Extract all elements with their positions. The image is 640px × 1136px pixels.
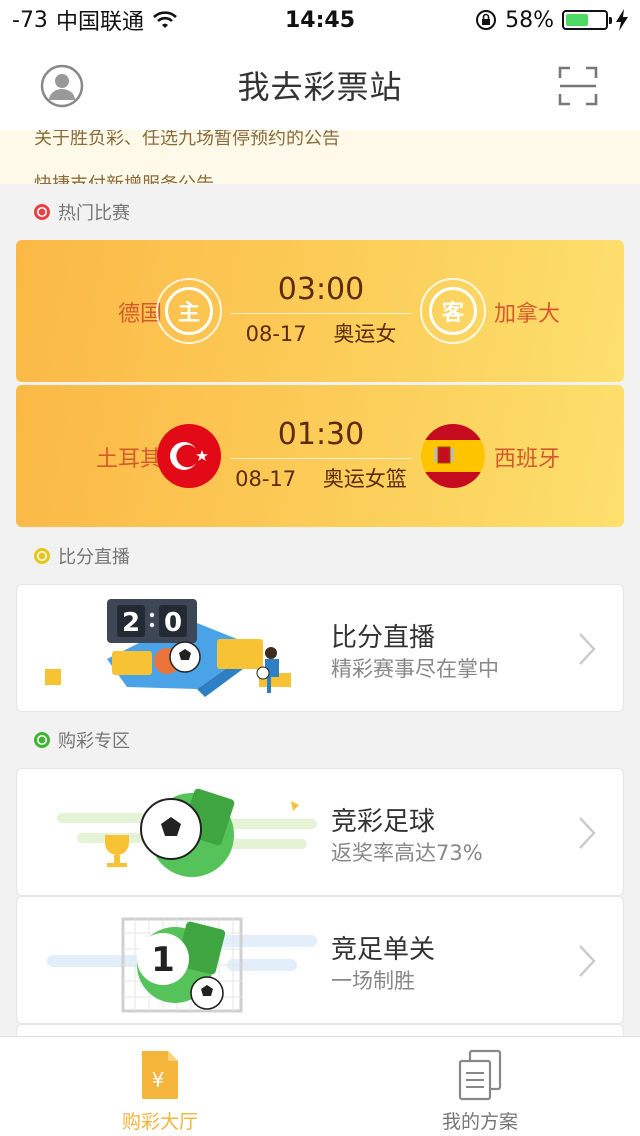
- wifi-icon: [153, 11, 177, 28]
- tab-label: 我的方案: [441, 1111, 518, 1133]
- documents-icon: [458, 1049, 502, 1101]
- match-league: 奥运女: [333, 322, 397, 346]
- battery-fill: [566, 14, 589, 26]
- live-score-card[interactable]: 2 0 比分直播 精彩赛事尽在掌中: [16, 584, 624, 712]
- match-date: 08-17: [235, 467, 297, 491]
- announcement-ticker[interactable]: 关于胜负彩、任选九场暂停预约的公告 快捷支付新增服务公告: [0, 130, 640, 184]
- status-left: -73 中国联通: [12, 4, 242, 36]
- away-team-name: 加拿大: [494, 302, 561, 327]
- card-subtitle: 返奖率高达73%: [331, 841, 483, 865]
- match-time: 01:30: [277, 417, 365, 452]
- chevron-right-icon: [579, 633, 596, 665]
- status-time: 14:45: [284, 7, 356, 33]
- tab-lottery-hall[interactable]: ¥ 购彩大厅: [0, 1037, 320, 1136]
- card-title: 比分直播: [331, 623, 436, 653]
- football-trophy-illustration-icon: [57, 788, 317, 877]
- match-card[interactable]: 德国 主 03:00 08-17 奥运女 客 加拿大: [16, 240, 624, 382]
- card-subtitle: 精彩赛事尽在掌中: [331, 657, 499, 681]
- single-match-badge: 1: [151, 940, 175, 980]
- announcement-line[interactable]: 关于胜负彩、任选九场暂停预约的公告: [34, 130, 340, 150]
- match-date: 08-17: [245, 322, 307, 346]
- charging-bolt-icon: [616, 9, 628, 31]
- buy-dot-icon: [34, 732, 50, 748]
- lottery-ticket-icon: ¥: [142, 1051, 178, 1099]
- home-badge-text: 主: [165, 287, 213, 335]
- section-live-scores: 比分直播: [34, 544, 130, 568]
- chevron-right-icon: [579, 945, 596, 977]
- section-title: 比分直播: [58, 547, 130, 568]
- match-time: 03:00: [277, 272, 365, 307]
- user-avatar-icon[interactable]: [40, 64, 84, 108]
- goal-net-illustration-icon: 1: [47, 917, 317, 1013]
- away-badge-text: 客: [429, 287, 477, 335]
- chevron-right-icon: [579, 817, 596, 849]
- section-title: 购彩专区: [58, 731, 130, 752]
- section-hot-matches: 热门比赛: [34, 200, 130, 224]
- match-divider: [230, 458, 412, 459]
- live-dot-icon: [34, 548, 50, 564]
- match-divider: [230, 313, 412, 314]
- match-league: 奥运女篮: [322, 467, 407, 491]
- battery-percent: 58%: [505, 7, 554, 33]
- rotation-lock-icon: [476, 10, 497, 30]
- match-info: 08-17 奥运女: [212, 318, 430, 348]
- home-team-name: 土耳其: [95, 447, 162, 472]
- jingcai-football-card[interactable]: 竞彩足球 返奖率高达73%: [16, 768, 624, 896]
- score-right: 0: [164, 608, 182, 638]
- match-info: 08-17 奥运女篮: [212, 463, 430, 493]
- status-right: 58%: [398, 8, 628, 33]
- scan-icon[interactable]: [556, 64, 600, 108]
- score-left: 2: [122, 608, 140, 638]
- card-subtitle: 一场制胜: [331, 969, 415, 993]
- battery-icon: [562, 10, 612, 30]
- away-team-name: 西班牙: [494, 447, 561, 472]
- status-bar: -73 中国联通 14:45 58%: [0, 0, 640, 40]
- away-badge-icon: 客: [420, 278, 486, 344]
- svg-text:¥: ¥: [152, 1068, 165, 1092]
- card-title: 竞足单关: [331, 935, 436, 965]
- single-match-card[interactable]: 1 竞足单关 一场制胜: [16, 896, 624, 1024]
- card-title: 竞彩足球: [331, 807, 436, 837]
- announcement-line[interactable]: 快捷支付新增服务公告: [34, 170, 214, 184]
- signal-strength: -73: [12, 7, 48, 33]
- section-title: 热门比赛: [58, 203, 130, 224]
- hot-dot-icon: [34, 204, 50, 220]
- match-card[interactable]: 土耳其 01:30 08-17 奥运女篮 西班牙: [16, 385, 624, 527]
- tab-my-plans[interactable]: 我的方案: [320, 1037, 640, 1136]
- section-buy-zone: 购彩专区: [34, 728, 130, 752]
- spain-flag-icon: [421, 424, 485, 488]
- page-title: 我去彩票站: [237, 68, 403, 106]
- scoreboard-illustration-icon: 2 0: [45, 599, 291, 697]
- tab-bar: ¥ 购彩大厅 我的方案: [0, 1036, 640, 1136]
- nav-bar: 我去彩票站: [0, 40, 640, 130]
- tab-label: 购彩大厅: [121, 1111, 198, 1133]
- carrier-name: 中国联通: [55, 10, 144, 35]
